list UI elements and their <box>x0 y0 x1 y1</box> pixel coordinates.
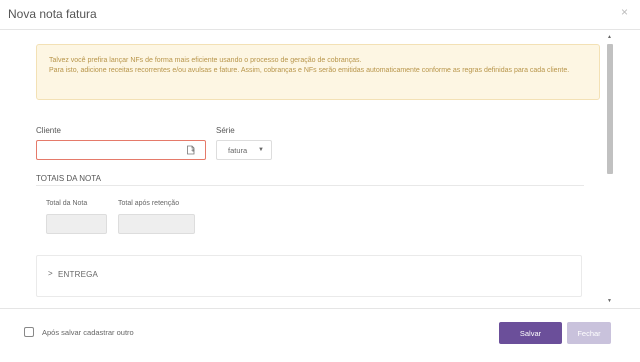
entrega-label: ENTREGA <box>58 270 99 279</box>
totais-section-title: TOTAIS DA NOTA <box>36 174 101 183</box>
modal-body: Talvez você prefira lançar NFs de forma … <box>0 30 640 308</box>
close-icon[interactable]: × <box>621 6 628 18</box>
close-button[interactable]: Fechar <box>567 322 611 344</box>
scroll-down-arrow-icon[interactable]: ▼ <box>607 298 612 304</box>
info-alert: Talvez você prefira lançar NFs de forma … <box>36 44 600 100</box>
modal-title: Nova nota fatura <box>8 7 97 21</box>
entrega-panel[interactable]: > ENTREGA <box>36 255 582 297</box>
modal-footer: Após salvar cadastrar outro Salvar Fecha… <box>0 308 640 362</box>
cadastrar-outro-checkbox[interactable] <box>24 327 34 337</box>
cliente-field[interactable] <box>36 140 206 160</box>
scroll-up-arrow-icon[interactable]: ▲ <box>607 34 612 40</box>
serie-select[interactable]: fatura ▼ <box>216 140 272 160</box>
section-divider <box>36 185 584 186</box>
cliente-label: Cliente <box>36 126 61 135</box>
add-client-icon[interactable] <box>186 145 196 155</box>
save-button[interactable]: Salvar <box>499 322 562 344</box>
cadastrar-outro-label[interactable]: Após salvar cadastrar outro <box>42 328 134 337</box>
scroll-thumb[interactable] <box>607 44 613 174</box>
cliente-input[interactable] <box>37 141 189 159</box>
total-nota-label: Total da Nota <box>46 200 88 207</box>
alert-line-2: Para isto, adicione receitas recorrentes… <box>49 67 570 74</box>
chevron-right-icon: > <box>48 269 53 278</box>
alert-line-1: Talvez você prefira lançar NFs de forma … <box>49 57 362 64</box>
total-apos-retencao-field <box>118 214 195 234</box>
total-nota-field <box>46 214 107 234</box>
caret-down-icon: ▼ <box>258 147 264 153</box>
total-apos-retencao-label: Total após retenção <box>118 200 180 207</box>
modal-header: Nova nota fatura × <box>0 0 640 30</box>
serie-selected-value: fatura <box>228 146 248 155</box>
nova-nota-fatura-modal: Nova nota fatura × Talvez você prefira l… <box>0 0 640 362</box>
serie-label: Série <box>216 126 235 135</box>
vertical-scrollbar[interactable]: ▲ ▼ <box>606 30 614 308</box>
